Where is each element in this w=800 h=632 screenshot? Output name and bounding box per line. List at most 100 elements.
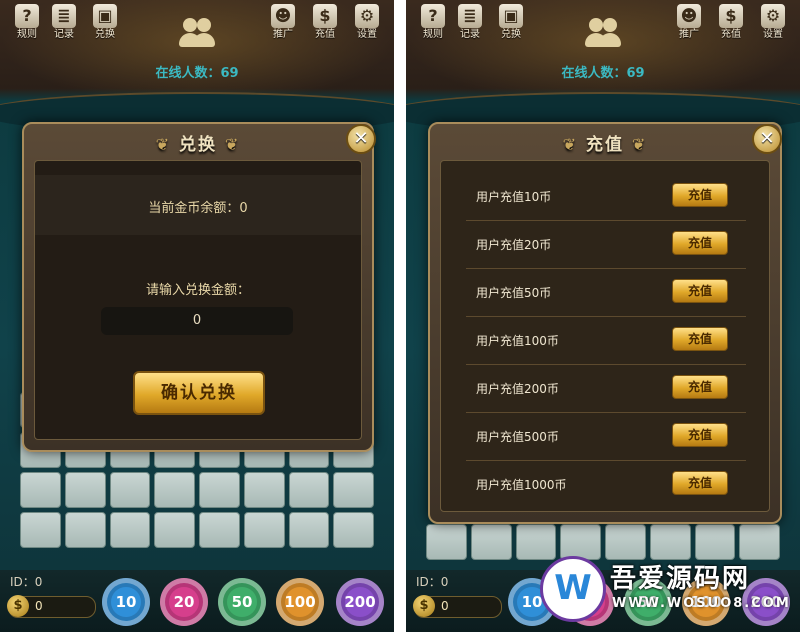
grid-cell[interactable] [649,524,691,560]
gift-icon: ▣ [499,4,523,28]
chip-20[interactable]: 20 [160,578,208,626]
exchange-body: 当前金币余额：0 请输入兑换金额： 0 确认兑换 [34,160,362,440]
rules-button[interactable]: ? 规则 [416,4,450,41]
recharge-dialog: ❦ 充值 ❦ 用户充值10币 充值 用户充值20币 充值 用户充值50币 充值 … [428,122,782,524]
promote-button[interactable]: ☻ 推广 [672,4,706,41]
promote-icon: ☻ [271,4,295,28]
balance-text: 当前金币余额：0 [148,201,248,216]
grid-cell[interactable] [243,512,285,548]
exchange-dialog: ❦ 兑换 ❦ 当前金币余额：0 请输入兑换金额： 0 确认兑换 [22,122,374,452]
recharge-row: 用户充值20币 充值 [466,222,746,269]
grid-cell[interactable] [109,512,151,548]
grid-cell[interactable] [333,512,374,548]
records-icon: ≣ [458,4,482,28]
recharge-row: 用户充值500币 充值 [466,414,746,461]
promote-button[interactable]: ☻ 推广 [266,4,300,41]
rules-button[interactable]: ? 规则 [10,4,44,41]
recharge-row: 用户充值1000币 充值 [466,462,746,508]
close-icon[interactable]: ✕ [346,124,376,154]
chip-100[interactable]: 100 [276,578,324,626]
recharge-row: 用户充值200币 充值 [466,366,746,413]
recharge-200-button[interactable]: 充值 [672,375,728,399]
grid-cell[interactable] [694,524,736,560]
grid-cell[interactable] [288,512,330,548]
laurel-right-icon: ❦ [224,135,241,154]
grid-cell[interactable] [333,472,374,508]
user-id: ID：0 [10,575,43,589]
balance-band: 当前金币余额：0 [35,175,361,235]
online-users-icon [173,14,221,54]
money-bag-icon: $ [313,4,337,28]
recharge-20-button[interactable]: 充值 [672,231,728,255]
exchange-screen: ? 规则 ≣ 记录 ▣ 兑换 ☻ 推广 $ 充值 ⚙ 设置 在线人数：69 ID… [0,0,394,632]
promote-icon: ☻ [677,4,701,28]
amount-input[interactable]: 0 [101,307,293,335]
grid-cell[interactable] [739,524,780,560]
grid-cell[interactable] [20,472,61,508]
dialog-title: ❦ 充值 ❦ [562,135,648,155]
recharge-10-button[interactable]: 充值 [672,183,728,207]
close-icon[interactable]: ✕ [752,124,782,154]
grid-cell[interactable] [243,472,285,508]
dialog-title: ❦ 兑换 ❦ [155,135,241,155]
grid-cell[interactable] [605,524,646,560]
watermark-logo-icon: W [540,556,606,622]
help-icon: ? [15,4,39,28]
gift-icon: ▣ [93,4,117,28]
online-count: 在线人数：69 [155,66,239,81]
user-id: ID：0 [416,575,449,589]
coin-balance: $ 0 [7,595,96,618]
laurel-left-icon: ❦ [155,135,172,154]
records-button[interactable]: ≣ 记录 [47,4,81,41]
recharge-button[interactable]: $ 充值 [714,4,748,41]
help-icon: ? [421,4,445,28]
recharge-100-button[interactable]: 充值 [672,327,728,351]
bottom-bar: ID：0 $ 0 10 20 50 100 200 [0,570,394,632]
exchange-button[interactable]: ▣ 兑换 [88,4,122,41]
exchange-button[interactable]: ▣ 兑换 [494,4,528,41]
laurel-left-icon: ❦ [562,135,579,154]
money-bag-icon: $ [719,4,743,28]
amount-prompt: 请输入兑换金额： [145,283,250,298]
recharge-1000-button[interactable]: 充值 [672,471,728,495]
watermark-url: WWW.WOSUO8.COM [612,596,791,611]
recharge-50-button[interactable]: 充值 [672,279,728,303]
recharge-row: 用户充值10币 充值 [466,174,746,221]
grid-cell[interactable] [426,524,467,560]
grid-cell[interactable] [288,472,330,508]
grid-cell[interactable] [154,472,195,508]
settings-button[interactable]: ⚙ 设置 [350,4,384,41]
confirm-exchange-button[interactable]: 确认兑换 [133,371,265,415]
chip-200[interactable]: 200 [336,578,384,626]
recharge-button[interactable]: $ 充值 [308,4,342,41]
grid-cell[interactable] [64,472,106,508]
records-button[interactable]: ≣ 记录 [453,4,487,41]
grid-cell[interactable] [470,524,512,560]
coin-icon: $ [413,595,435,617]
gear-icon: ⚙ [355,4,379,28]
gear-icon: ⚙ [761,4,785,28]
chip-10[interactable]: 10 [102,578,150,626]
online-count: 在线人数：69 [561,66,645,81]
grid-cell[interactable] [199,472,240,508]
coin-balance: $ 0 [413,595,502,618]
recharge-row: 用户充值100币 充值 [466,318,746,365]
grid-cell[interactable] [199,512,240,548]
watermark: W 吾爱源码网 WWW.WOSUO8.COM [540,556,791,622]
settings-button[interactable]: ⚙ 设置 [756,4,790,41]
grid-cell[interactable] [20,512,61,548]
online-users-icon [579,14,627,54]
grid-cell[interactable] [154,512,195,548]
grid-cell[interactable] [560,524,601,560]
grid-cell[interactable] [109,472,151,508]
records-icon: ≣ [52,4,76,28]
coin-icon: $ [7,595,29,617]
bet-grid [426,524,780,560]
recharge-500-button[interactable]: 充值 [672,423,728,447]
laurel-right-icon: ❦ [631,135,648,154]
chip-50[interactable]: 50 [218,578,266,626]
recharge-row: 用户充值50币 充值 [466,270,746,317]
grid-cell[interactable] [64,512,106,548]
watermark-text: 吾爱源码网 [610,564,751,594]
grid-cell[interactable] [515,524,557,560]
